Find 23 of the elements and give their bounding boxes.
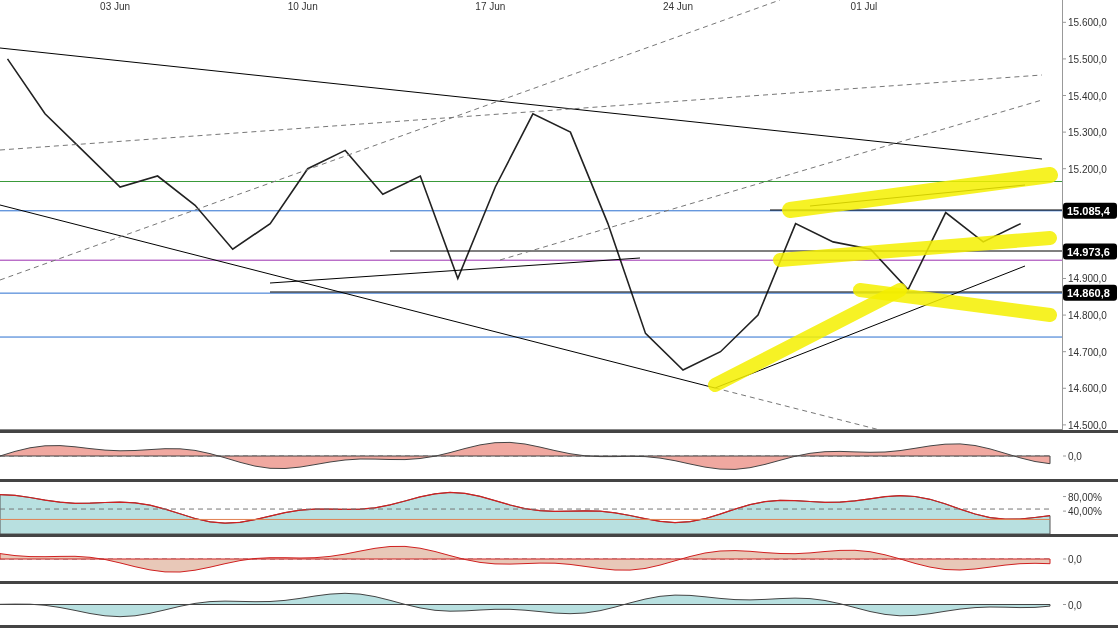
indicator-label: 0,0	[1068, 451, 1082, 462]
date-label: 01 Jul	[850, 1, 878, 12]
price-label: 15.200,0	[1068, 163, 1107, 175]
price-label: 14.700,0	[1068, 346, 1107, 358]
price-label: 14.500,0	[1068, 419, 1107, 430]
date-label: 10 Jun	[287, 1, 318, 12]
price-label: 14.600,0	[1068, 383, 1107, 395]
price-label: 15.400,0	[1068, 90, 1107, 102]
date-label: 03 Jun	[100, 1, 131, 12]
price-badge: 15.085,4	[1063, 202, 1117, 219]
price-label: 14.900,0	[1068, 273, 1107, 285]
price-badge: 14.973,6	[1063, 243, 1117, 260]
indicator-label: 0,0	[1068, 599, 1082, 611]
price-label: 15.600,0	[1068, 17, 1107, 29]
price-label: 14.800,0	[1068, 310, 1107, 322]
date-label: 17 Jun	[475, 1, 506, 12]
date-label: 24 Jun	[663, 1, 693, 12]
indicator-label: 0,0	[1068, 554, 1082, 565]
indicator-label: 80,00%	[1068, 491, 1102, 503]
price-badge: 14.860,8	[1063, 284, 1117, 301]
price-label: 15.300,0	[1068, 127, 1107, 139]
price-label: 15.500,0	[1068, 53, 1107, 65]
indicator-label: 40,00%	[1068, 506, 1102, 518]
